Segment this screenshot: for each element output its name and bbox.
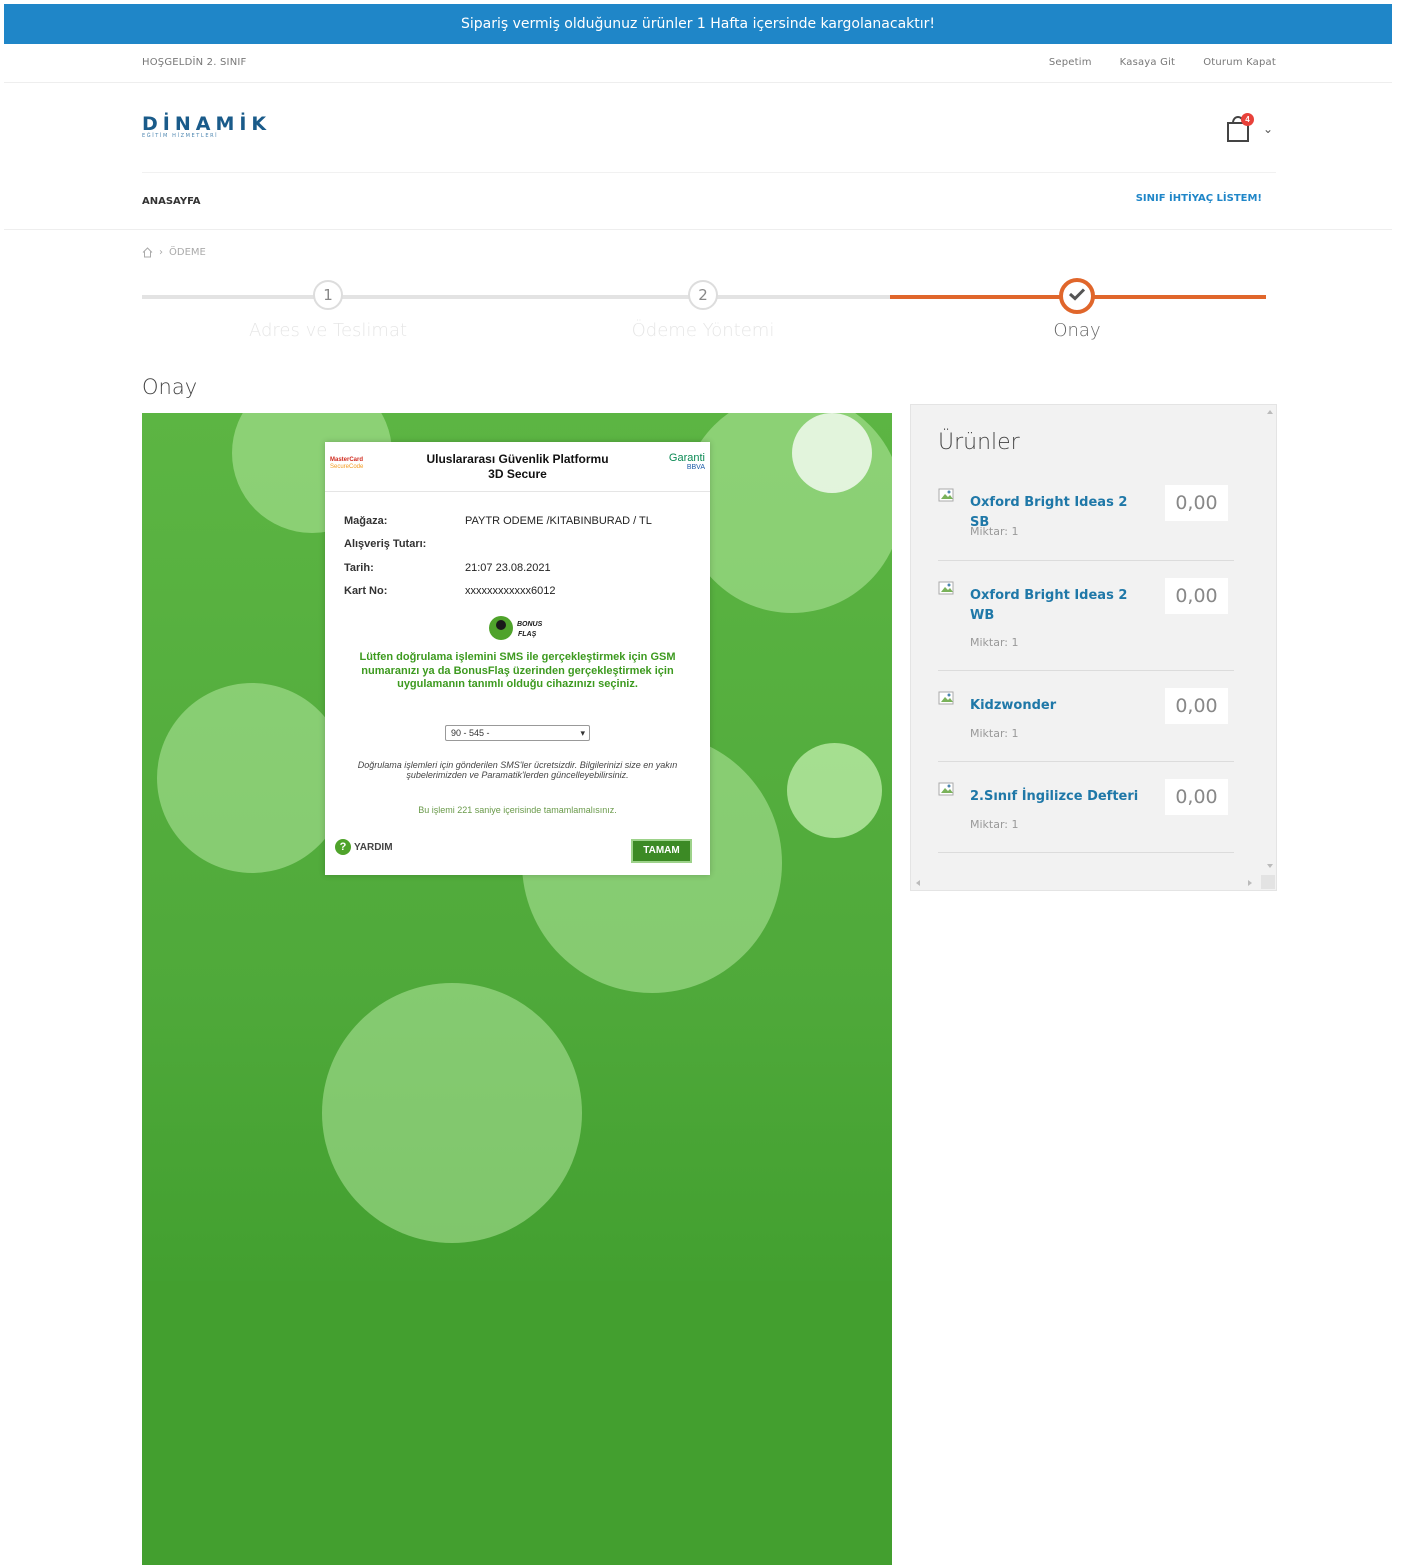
broken-image-icon [938,782,954,796]
countdown-text: Bu işlemi 221 saniye içerisinde tamamlam… [418,805,617,815]
ok-button[interactable]: TAMAM [631,839,692,863]
product-name[interactable]: Kidzwonder [970,696,1140,716]
field-label: Tarih: [344,562,374,574]
top-bar: HOŞGELDİN 2. SINIF Sepetim Kasaya Git Ot… [142,55,1276,73]
product-price: 0,00 [1165,688,1228,724]
field-store: Mağaza: PAYTR ODEME /KITABINBURAD / TL [344,515,652,527]
cart-dropdown[interactable]: 4 ⌄ [1224,112,1276,148]
mastercard-label: MasterCard [330,457,364,463]
product-qty: Miktar: 1 [970,727,1019,740]
broken-image-icon [938,581,954,595]
divider [4,229,1392,230]
field-label: Alışveriş Tutarı: [344,538,427,550]
divider [142,172,1276,173]
page-title: Onay [142,375,198,399]
logout-link[interactable]: Oturum Kapat [1203,57,1276,68]
vertical-scrollbar[interactable] [1264,405,1276,875]
field-date: Tarih: 21:07 23.08.2021 [344,562,551,574]
checkout-stepper: 1 Adres ve Teslimat 2 Ödeme Yöntemi Onay [142,278,1266,348]
field-amount: Alışveriş Tutarı: [344,538,465,550]
chevron-down-icon: ▾ [580,728,585,738]
nav-needs-list[interactable]: SINIF İHTİYAÇ LİSTEM! [1136,193,1262,204]
product-name[interactable]: 2.Sınıf İngilizce Defteri [970,787,1140,807]
bank-sub: BBVA [686,464,705,471]
svg-text:FLAŞ: FLAŞ [518,631,537,638]
3d-secure-frame: MasterCard SecureCode Uluslararası Güven… [142,413,892,1565]
step-2-label: Ödeme Yöntemi [631,320,775,341]
field-value: PAYTR ODEME /KITABINBURAD / TL [465,515,652,527]
product-qty: Miktar: 1 [970,636,1019,649]
bokeh-light [157,683,347,873]
bokeh-light [792,413,872,493]
products-title: Ürünler [938,430,1020,455]
garanti-logo: Garanti BBVA [669,453,705,473]
list-item: Oxford Bright Ideas 2 WB Miktar: 1 0,00 [938,578,1234,671]
broken-image-icon [938,488,954,502]
3d-secure-dialog: MasterCard SecureCode Uluslararası Güven… [325,442,710,875]
help-label: YARDIM [354,841,393,853]
field-label: Kart No: [344,585,388,597]
bokeh-light [322,983,582,1243]
bokeh-light [787,743,882,838]
product-qty: Miktar: 1 [970,818,1019,831]
account-links: Sepetim Kasaya Git Oturum Kapat [1049,57,1276,68]
product-price: 0,00 [1165,578,1228,614]
list-item: Kidzwonder Miktar: 1 0,00 [938,688,1234,762]
dialog-header: MasterCard SecureCode Uluslararası Güven… [325,442,710,492]
gsm-select[interactable]: 90 - 545 - ▾ [445,725,590,741]
help-link[interactable]: ? YARDIM [335,839,393,855]
breadcrumb-separator-icon: › [159,247,163,258]
main-nav: ANASAYFA SINIF İHTİYAÇ LİSTEM! [142,193,1262,212]
sms-note: Doğrulama işlemleri için gönderilen SMS'… [357,760,678,780]
frame-lower [142,1281,892,1565]
list-item: 2.Sınıf İngilizce Defteri Miktar: 1 0,00 [938,779,1234,853]
field-value: xxxxxxxxxxxx6012 [465,585,556,597]
step-2-circle: 2 [688,280,718,310]
nav-home[interactable]: ANASAYFA [142,196,201,207]
verification-message: Lütfen doğrulama işlemini SMS ile gerçek… [359,651,676,690]
field-label: Mağaza: [344,515,388,527]
cart-count-badge: 4 [1241,113,1254,126]
svg-text:BONUS: BONUS [517,621,543,628]
products-panel: Ürünler Oxford Bright Ideas 2 SB Miktar:… [910,404,1277,891]
list-item: Oxford Bright Ideas 2 SB Miktar: 1 0,00 [938,485,1234,561]
breadcrumb-current: ÖDEME [169,247,206,258]
step-1-label: Adres ve Teslimat [248,320,408,341]
securecode-label: SecureCode [330,464,364,470]
mastercard-logo: MasterCard SecureCode [330,457,363,471]
announcement-bar: Sipariş vermiş olduğunuz ürünler 1 Hafta… [4,4,1392,44]
cart-link[interactable]: Sepetim [1049,57,1092,68]
checkout-link[interactable]: Kasaya Git [1120,57,1176,68]
step-3-check-icon [1059,278,1095,314]
field-card: Kart No: xxxxxxxxxxxx6012 [344,585,555,597]
product-name[interactable]: Oxford Bright Ideas 2 WB [970,586,1130,626]
product-price: 0,00 [1165,485,1228,521]
welcome-text: HOŞGELDİN 2. SINIF [142,57,247,68]
field-value: 21:07 23.08.2021 [465,562,551,574]
site-logo[interactable]: DİNAMİK EĞİTİM HİZMETLERİ [142,113,272,149]
divider [4,82,1392,83]
bonus-flas-icon: BONUS FLAŞ [489,616,543,640]
step-1-circle: 1 [313,280,343,310]
dialog-title: Uluslararası Güvenlik Platformu 3D Secur… [426,452,609,481]
product-price: 0,00 [1165,779,1228,815]
gsm-select-value: 90 - 545 - [451,728,490,738]
question-icon: ? [335,839,351,855]
breadcrumb: › ÖDEME [142,247,206,258]
stepper-track [142,295,890,299]
step-3-label: Onay [1053,320,1101,341]
broken-image-icon [938,691,954,705]
chevron-down-icon: ⌄ [1263,122,1274,136]
product-qty: Miktar: 1 [970,525,1019,538]
horizontal-scrollbar[interactable] [911,876,1278,890]
scrollbar-corner [1261,875,1275,889]
home-icon[interactable] [142,247,153,258]
logo-name: DİNAMİK [142,113,272,135]
